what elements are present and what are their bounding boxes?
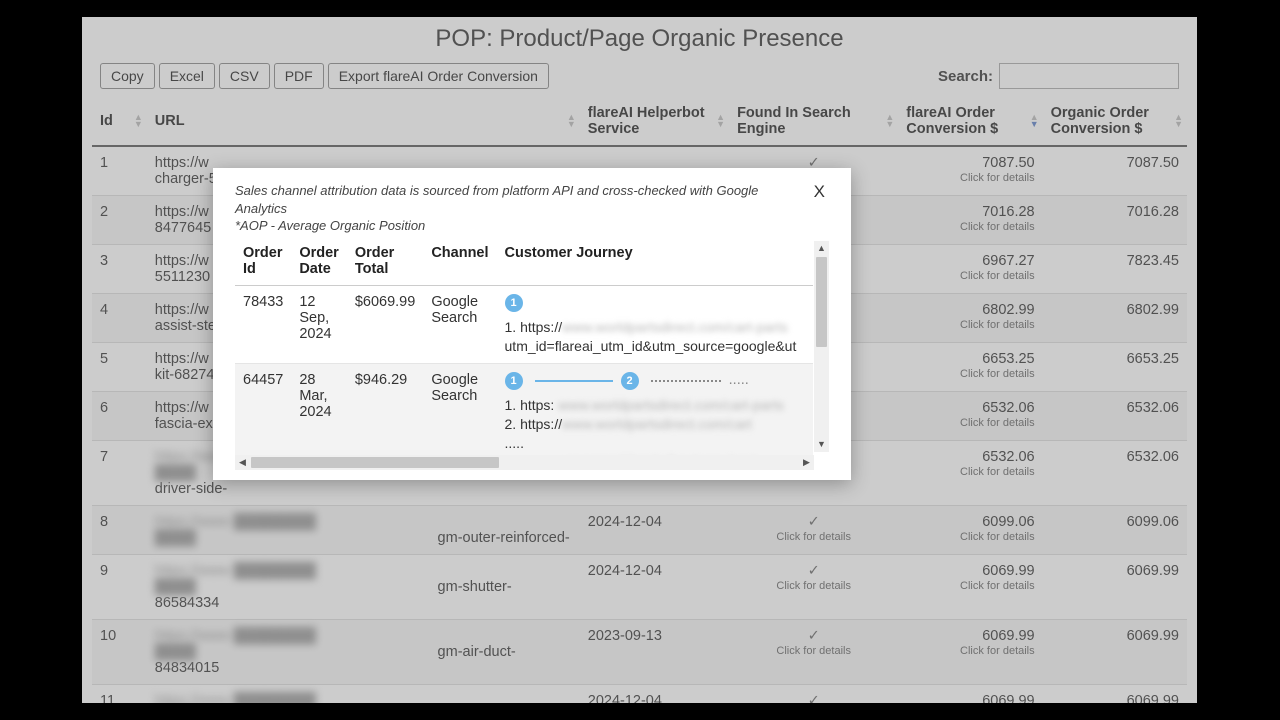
flare-cell[interactable]: 6802.99Click for details [898, 294, 1042, 343]
modal-note: Sales channel attribution data is source… [235, 182, 800, 235]
mcol-order-total: Order Total [347, 241, 423, 286]
pdf-button[interactable]: PDF [274, 63, 324, 89]
export-button[interactable]: Export flareAI Order Conversion [328, 63, 549, 89]
order-id: 78433 [235, 285, 291, 364]
scroll-thumb[interactable] [251, 457, 499, 468]
copy-button[interactable]: Copy [100, 63, 155, 89]
table-row: 11 https://www ████████████ gm-grille-as… [92, 685, 1187, 704]
col-id[interactable]: Id ▲▼ [92, 97, 147, 146]
scroll-thumb[interactable] [816, 257, 827, 347]
org-cell: 6069.99 [1043, 620, 1187, 685]
id-cell: 1 [92, 146, 147, 196]
org-cell: 6069.99 [1043, 555, 1187, 620]
org-cell: 6532.06 [1043, 392, 1187, 441]
url-cell: https://www ████████████ gm-outer-reinfo… [147, 506, 580, 555]
mcol-channel: Channel [423, 241, 496, 286]
id-cell: 9 [92, 555, 147, 620]
col-org[interactable]: Organic Order Conversion $ ▲▼ [1043, 97, 1187, 146]
org-cell: 7087.50 [1043, 146, 1187, 196]
col-url[interactable]: URL ▲▼ [147, 97, 580, 146]
page-title: POP: Product/Page Organic Presence [82, 17, 1197, 63]
id-cell: 7 [92, 441, 147, 506]
flare-cell[interactable]: 7016.28Click for details [898, 196, 1042, 245]
helper-cell: 2023-09-13 [580, 620, 729, 685]
id-cell: 3 [92, 245, 147, 294]
scroll-down-icon[interactable]: ▼ [814, 437, 829, 452]
customer-journey: 1 1. https://www.worldpartsdirect.com/ca… [497, 285, 813, 364]
helper-cell: 2024-12-04 [580, 506, 729, 555]
url-cell: https://www ████████████ gm-shutter-8658… [147, 555, 580, 620]
org-cell: 6099.06 [1043, 506, 1187, 555]
journey-step-icon: 1 [505, 372, 523, 390]
flare-cell[interactable]: 7087.50Click for details [898, 146, 1042, 196]
mcol-order-id: Order Id [235, 241, 291, 286]
table-row: 9 https://www ████████████ gm-shutter-86… [92, 555, 1187, 620]
flare-cell[interactable]: 6967.27Click for details [898, 245, 1042, 294]
mcol-journey: Customer Journey [497, 241, 813, 286]
scroll-left-icon[interactable]: ◀ [235, 455, 250, 470]
excel-button[interactable]: Excel [159, 63, 215, 89]
scroll-right-icon[interactable]: ▶ [799, 455, 814, 470]
attribution-modal: Sales channel attribution data is source… [213, 168, 851, 480]
scroll-up-icon[interactable]: ▲ [814, 241, 829, 256]
found-cell[interactable]: ✓Click for details [729, 555, 898, 620]
org-cell: 6653.25 [1043, 343, 1187, 392]
col-found[interactable]: Found In Search Engine ▲▼ [729, 97, 898, 146]
order-channel: Google Search [423, 285, 496, 364]
flare-cell[interactable]: 6069.99Click for details [898, 685, 1042, 704]
csv-button[interactable]: CSV [219, 63, 270, 89]
flare-cell[interactable]: 6653.25Click for details [898, 343, 1042, 392]
modal-vscrollbar[interactable]: ▲ ▼ [814, 241, 829, 452]
modal-row: 78433 12 Sep, 2024 $6069.99 Google Searc… [235, 285, 813, 364]
url-cell: https://www ████████████ gm-grille-assem… [147, 685, 580, 704]
journey-step-icon: 1 [505, 294, 523, 312]
found-cell[interactable]: ✓Click for details [729, 685, 898, 704]
org-cell: 6069.99 [1043, 685, 1187, 704]
order-total: $6069.99 [347, 285, 423, 364]
id-cell: 10 [92, 620, 147, 685]
journey-dots-icon [651, 380, 721, 382]
flare-cell[interactable]: 6532.06Click for details [898, 441, 1042, 506]
search-label: Search: [938, 68, 993, 85]
id-cell: 5 [92, 343, 147, 392]
close-icon[interactable]: X [810, 182, 829, 202]
journey-line-icon [535, 380, 613, 382]
col-flare[interactable]: flareAI Order Conversion $ ▲▼ [898, 97, 1042, 146]
helper-cell: 2024-12-04 [580, 555, 729, 620]
journey-step-icon: 2 [621, 372, 639, 390]
table-row: 8 https://www ████████████ gm-outer-rein… [92, 506, 1187, 555]
modal-table: Order Id Order Date Order Total Channel … [235, 241, 813, 470]
order-date: 12 Sep, 2024 [291, 285, 347, 364]
toolbar: Copy Excel CSV PDF Export flareAI Order … [82, 63, 1197, 97]
org-cell: 7016.28 [1043, 196, 1187, 245]
search-wrap: Search: [938, 63, 1179, 89]
id-cell: 2 [92, 196, 147, 245]
helper-cell: 2024-12-04 [580, 685, 729, 704]
found-cell[interactable]: ✓Click for details [729, 506, 898, 555]
mcol-order-date: Order Date [291, 241, 347, 286]
url-cell: https://www ████████████ gm-air-duct-848… [147, 620, 580, 685]
table-row: 10 https://www ████████████ gm-air-duct-… [92, 620, 1187, 685]
org-cell: 6802.99 [1043, 294, 1187, 343]
org-cell: 6532.06 [1043, 441, 1187, 506]
id-cell: 6 [92, 392, 147, 441]
modal-hscrollbar[interactable]: ◀ ▶ [235, 455, 814, 470]
id-cell: 11 [92, 685, 147, 704]
org-cell: 7823.45 [1043, 245, 1187, 294]
col-helper[interactable]: flareAI Helperbot Service ▲▼ [580, 97, 729, 146]
flare-cell[interactable]: 6532.06Click for details [898, 392, 1042, 441]
flare-cell[interactable]: 6069.99Click for details [898, 555, 1042, 620]
found-cell[interactable]: ✓Click for details [729, 620, 898, 685]
flare-cell[interactable]: 6099.06Click for details [898, 506, 1042, 555]
search-input[interactable] [999, 63, 1179, 89]
id-cell: 4 [92, 294, 147, 343]
flare-cell[interactable]: 6069.99Click for details [898, 620, 1042, 685]
id-cell: 8 [92, 506, 147, 555]
